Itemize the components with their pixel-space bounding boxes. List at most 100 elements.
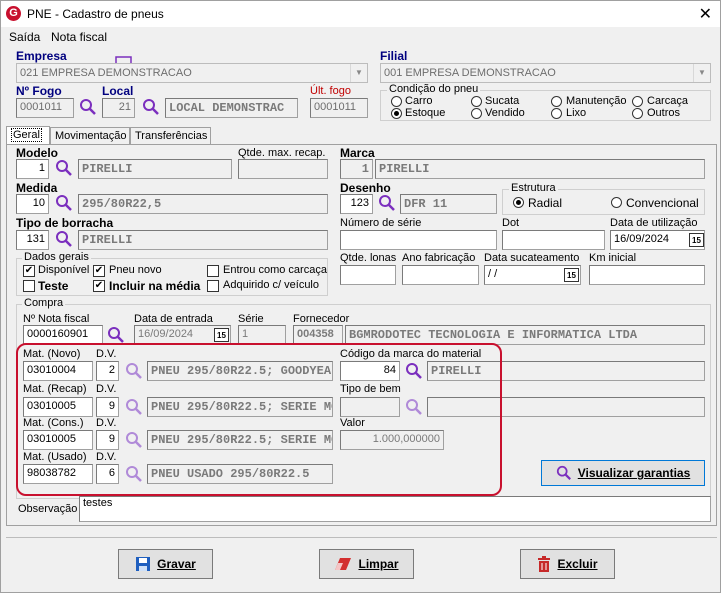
divider xyxy=(6,537,717,538)
excluir-button[interactable]: Excluir xyxy=(520,549,615,579)
fogo-field[interactable]: 0001011 xyxy=(16,98,74,118)
num-serie-field[interactable] xyxy=(340,230,497,250)
calendar-icon[interactable]: 15 xyxy=(564,268,579,282)
radio-convencional[interactable] xyxy=(611,197,622,208)
data-entrada-label: Data de entrada xyxy=(134,313,213,325)
trash-icon xyxy=(538,556,551,572)
observacao-field[interactable]: testes xyxy=(79,496,711,522)
menu-nota-fiscal[interactable]: Nota fiscal xyxy=(51,30,107,44)
calendar-icon: 15 xyxy=(214,328,229,342)
highlight-box xyxy=(16,343,502,496)
limpar-label: Limpar xyxy=(358,557,399,571)
radio-label: Radial xyxy=(528,196,563,210)
radio-label: Outros xyxy=(647,107,681,119)
qtde-lonas-field[interactable] xyxy=(340,265,396,285)
radio-label: Manutenção xyxy=(566,95,627,107)
medida-label: Medida xyxy=(16,181,58,195)
save-icon xyxy=(136,557,151,571)
radio-carcaca[interactable] xyxy=(632,96,643,107)
radio-label: Sucata xyxy=(485,95,520,107)
tipo-borracha-code-field[interactable]: 131 xyxy=(16,230,49,250)
search-icon[interactable] xyxy=(55,159,73,177)
chk-label: Adquirido c/ veículo xyxy=(223,279,319,291)
radio-label: Carcaça xyxy=(647,95,688,107)
chk-label: Incluir na média xyxy=(109,279,201,293)
radio-label: Carro xyxy=(405,95,433,107)
ano-fab-label: Ano fabricação xyxy=(402,252,476,264)
chk-entrou-carcaca[interactable] xyxy=(207,265,219,277)
nf-field[interactable]: 0000160901 xyxy=(23,325,103,345)
gravar-label: Gravar xyxy=(157,557,196,571)
radio-vendido[interactable] xyxy=(471,108,482,119)
modelo-name-field: PIRELLI xyxy=(78,159,232,179)
dot-field[interactable] xyxy=(502,230,605,250)
ult-fogo-label: Últ. fogo xyxy=(310,85,351,97)
radio-outros[interactable] xyxy=(632,108,643,119)
window-title: PNE - Cadastro de pneus xyxy=(27,7,164,21)
radio-radial[interactable] xyxy=(513,197,524,208)
menu-bar: Saída Nota fiscal xyxy=(1,27,720,70)
marca-name-field: PIRELLI xyxy=(375,159,705,179)
calendar-icon[interactable]: 15 xyxy=(689,233,704,247)
data-util-label: Data de utilização xyxy=(610,217,698,229)
radio-label: Vendido xyxy=(485,107,525,119)
serie-field: 1 xyxy=(238,325,286,345)
ano-fab-field[interactable] xyxy=(402,265,479,285)
close-icon[interactable]: ✕ xyxy=(699,4,712,24)
visualizar-garantias-button[interactable]: Visualizar garantias xyxy=(541,460,705,486)
chevron-down-icon: ▼ xyxy=(350,64,367,82)
excluir-label: Excluir xyxy=(557,557,598,571)
search-icon[interactable] xyxy=(107,326,125,344)
visualizar-garantias-label: Visualizar garantias xyxy=(577,466,691,480)
fornecedor-code-field: 004358 xyxy=(293,325,343,345)
local-code-field[interactable]: 21 xyxy=(102,98,135,118)
radio-lixo[interactable] xyxy=(551,108,562,119)
num-serie-label: Número de série xyxy=(340,217,422,229)
chk-incluir-media[interactable]: ✔ xyxy=(93,280,105,292)
search-icon[interactable] xyxy=(55,230,73,248)
tipo-borracha-label: Tipo de borracha xyxy=(16,216,114,230)
serie-label: Série xyxy=(238,313,264,325)
nf-label: Nº Nota fiscal xyxy=(23,313,90,325)
km-inicial-field[interactable] xyxy=(589,265,705,285)
medida-code-field[interactable]: 10 xyxy=(16,194,49,214)
chk-disponivel[interactable]: ✔ xyxy=(23,265,35,277)
desenho-label: Desenho xyxy=(340,181,391,195)
ult-fogo-field: 0001011 xyxy=(310,98,368,118)
fornecedor-label: Fornecedor xyxy=(293,313,350,325)
fornecedor-name-field: BGMRODOTEC TECNOLOGIA E INFORMATICA LTDA xyxy=(345,325,705,345)
radio-estoque[interactable] xyxy=(391,108,402,119)
dot-label: Dot xyxy=(502,217,520,229)
filial-label: Filial xyxy=(380,49,408,63)
km-inicial-label: Km inicial xyxy=(589,252,637,264)
fogo-label: Nº Fogo xyxy=(16,84,62,98)
radio-carro[interactable] xyxy=(391,96,402,107)
desenho-name-field: DFR 11 xyxy=(400,194,497,214)
modelo-code-field[interactable]: 1 xyxy=(16,159,49,179)
chk-teste[interactable] xyxy=(23,280,35,292)
dados-gerais-title: Dados gerais xyxy=(22,251,91,263)
chk-adquirido[interactable] xyxy=(207,280,219,292)
filial-select[interactable]: 001 EMPRESA DEMONSTRACAO ▼ xyxy=(380,63,711,83)
chk-pneu-novo[interactable]: ✔ xyxy=(93,265,105,277)
app-logo-icon: G xyxy=(6,6,21,21)
radio-manutencao[interactable] xyxy=(551,96,562,107)
empresa-select[interactable]: 021 EMPRESA DEMONSTRACAO ▼ xyxy=(16,63,368,83)
limpar-button[interactable]: Limpar xyxy=(319,549,414,579)
search-icon[interactable] xyxy=(55,194,73,212)
radio-label: Estoque xyxy=(405,107,446,119)
search-icon[interactable] xyxy=(142,98,160,116)
tab-geral[interactable]: Geral xyxy=(6,126,50,145)
desenho-code-field[interactable]: 123 xyxy=(340,194,373,214)
data-sucat-label: Data sucateamento xyxy=(484,252,580,264)
radio-sucata[interactable] xyxy=(471,96,482,107)
gravar-button[interactable]: Gravar xyxy=(118,549,213,579)
local-label: Local xyxy=(102,84,134,98)
medida-name-field: 295/80R22,5 xyxy=(78,194,328,214)
radio-label: Convencional xyxy=(626,196,699,210)
modelo-label: Modelo xyxy=(16,146,58,160)
search-icon[interactable] xyxy=(79,98,97,116)
search-icon[interactable] xyxy=(378,194,396,212)
menu-saida[interactable]: Saída xyxy=(9,30,40,44)
chk-label: Teste xyxy=(38,279,69,293)
